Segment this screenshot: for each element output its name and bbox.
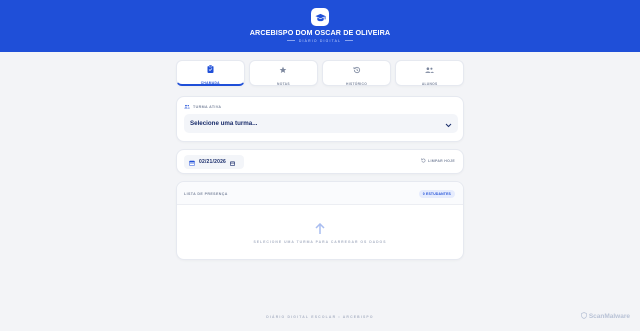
clipboard-icon [207,60,214,78]
calendar-icon [189,153,195,171]
empty-state-message: SELECIONE UMA TURMA PARA CARREGAR OS DAD… [253,240,387,244]
clear-today-label: LIMPAR HOJE [428,159,455,163]
subtitle-text: DIÁRIO DIGITAL [298,38,342,43]
watermark-text: ScanMalware [588,313,630,320]
tab-alunos[interactable]: ALUNOS [395,60,464,86]
school-title: ARCEBISPO DOM OSCAR DE OLIVEIRA [249,28,391,37]
date-value: 02/21/2026 [199,159,227,165]
tab-label: NOTAS [277,81,290,86]
footer-text: DIÁRIO DIGITAL ESCOLAR • ARCEBISPO [266,315,374,319]
divider [345,40,354,41]
date-card: 02/21/2026 LIMPAR HOJE [176,149,464,174]
date-input[interactable]: 02/21/2026 [184,155,244,169]
refresh-icon [421,158,426,164]
tab-label: CHAMADA [200,81,220,85]
tab-chamada[interactable]: CHAMADA [176,60,245,86]
tab-label: HISTÓRICO [346,81,368,86]
calendar-picker-icon[interactable] [230,153,235,171]
app-subtitle: DIÁRIO DIGITAL [0,39,640,43]
turma-select-value: Selecione uma turma... [190,120,258,127]
users-icon [184,104,190,110]
student-count-badge: 0 ESTUDANTES [418,189,455,198]
history-icon [353,61,361,79]
turma-card: TURMA ATIVA Selecione uma turma... [176,96,464,142]
app-header: ARCEBISPO DOM OSCAR DE OLIVEIRA DIÁRIO D… [0,0,640,52]
tab-historico[interactable]: HISTÓRICO [322,60,391,86]
star-icon [279,61,287,79]
shield-icon [580,312,587,321]
divider [286,40,295,41]
attendance-card: LISTA DE PRESENÇA 0 ESTUDANTES SELECIONE… [176,181,464,260]
arrow-up-icon [315,222,325,240]
tab-notas[interactable]: NOTAS [249,60,318,86]
turma-label-text: TURMA ATIVA [193,105,222,109]
turma-select[interactable]: Selecione uma turma... [184,114,458,133]
watermark: ScanMalware [580,312,630,321]
tab-label: ALUNOS [421,81,438,86]
clear-today-button[interactable]: LIMPAR HOJE [421,158,455,164]
graduation-cap-icon [311,8,329,26]
attendance-header: LISTA DE PRESENÇA 0 ESTUDANTES [177,182,463,205]
users-icon [425,61,434,79]
main-tabs: CHAMADA NOTAS HISTÓRICO ALUNOS [176,60,464,87]
chevron-down-icon [445,115,452,133]
turma-label: TURMA ATIVA [184,104,221,110]
attendance-title: LISTA DE PRESENÇA [184,191,228,196]
